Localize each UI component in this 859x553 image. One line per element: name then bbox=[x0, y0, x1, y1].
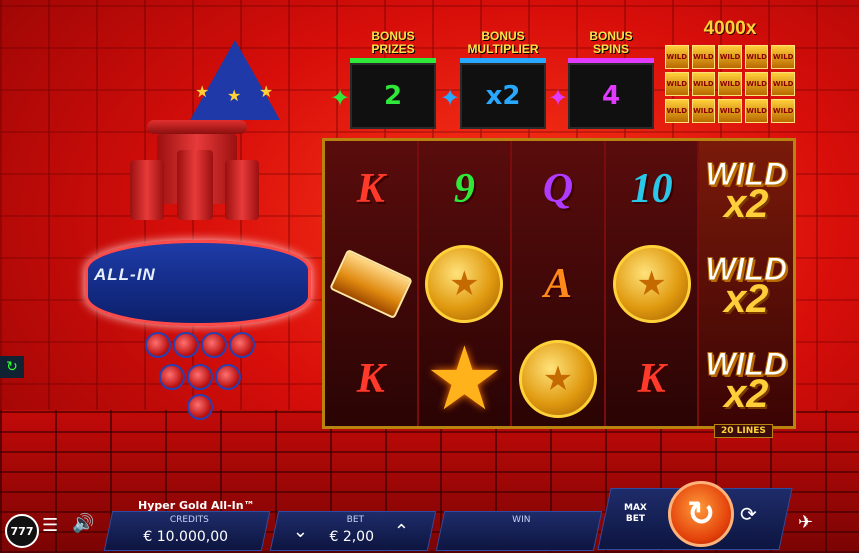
coin-icon: ★ bbox=[425, 244, 504, 323]
win-panel: WIN bbox=[435, 511, 603, 551]
bet-panel: ⌄ BET € 2,00 ⌃ bbox=[269, 511, 437, 551]
jackpot-wild-cell: WILD bbox=[718, 72, 742, 96]
jackpot-wild-cell: WILD bbox=[691, 99, 716, 123]
brand-logo[interactable]: 777 bbox=[5, 514, 39, 548]
rocket-decoration: ★ ★ ★ ALL-IN bbox=[85, 40, 311, 430]
replay-icon[interactable]: ↻ bbox=[0, 356, 24, 378]
bonus-prizes-title: BONUS PRIZES bbox=[371, 29, 415, 56]
symbol-ten: 10 bbox=[630, 165, 673, 212]
bonus-multiplier-title: BONUS MULTIPLIER bbox=[467, 29, 539, 56]
reel-area: K K 9 ★ ★ Q A ★ 10 ★ K WILD x2 WILD x2 WIL… bbox=[322, 138, 796, 429]
jackpot-wild-cell: WILD bbox=[744, 45, 769, 69]
rocket-tube bbox=[229, 332, 255, 358]
symbol-k: K bbox=[637, 355, 666, 402]
jackpot-grid: WILD WILD WILD WILD WILD WILD WILD WILD WILD WILD… bbox=[665, 45, 795, 123]
bonus-prizes-panel: BONUS PRIZES 2 ✦ bbox=[330, 29, 436, 129]
bet-increase-button[interactable]: ⌃ bbox=[394, 521, 409, 542]
credits-value: € 10.000,00 bbox=[143, 529, 229, 545]
bonus-prizes-value: 2 bbox=[350, 63, 436, 129]
bonus-spins-title: BONUS SPINS bbox=[589, 29, 633, 56]
star-icon: ★ bbox=[424, 326, 504, 430]
rocket-tube bbox=[173, 332, 199, 358]
rocket-cone bbox=[190, 40, 280, 120]
rocket-tower bbox=[225, 160, 259, 220]
jackpot-multiplier: 4000x bbox=[703, 18, 757, 39]
bonus-spins-panel: BONUS SPINS 4 ✦ bbox=[548, 29, 654, 129]
rocket-tube bbox=[159, 364, 185, 390]
reel-3: Q A ★ bbox=[512, 141, 606, 426]
turbo-icon[interactable]: ✈ bbox=[798, 512, 813, 533]
jackpot-wild-cell: WILD bbox=[771, 72, 795, 96]
reel-2: 9 ★ ★ bbox=[418, 141, 513, 426]
reel-1: K K bbox=[325, 141, 419, 426]
win-label: WIN bbox=[512, 515, 531, 525]
rocket-tube bbox=[187, 394, 213, 420]
gold-bar-icon bbox=[328, 248, 413, 319]
max-bet-button[interactable]: MAX BET bbox=[624, 503, 647, 525]
bonus-multiplier-panel: BONUS MULTIPLIER x2 ✦ bbox=[440, 29, 546, 129]
star-icon: ★ bbox=[259, 82, 274, 101]
symbol-gold-bar bbox=[325, 236, 417, 331]
symbol-coin: ★ bbox=[419, 236, 511, 331]
jackpot-wild-cell: WILD bbox=[771, 99, 795, 123]
bet-label: BET bbox=[346, 515, 365, 525]
symbol-coin: ★ bbox=[512, 331, 604, 426]
rocket-tower bbox=[130, 160, 164, 220]
jackpot-wild-cell: WILD bbox=[771, 45, 795, 69]
coin-icon: ★ bbox=[518, 339, 597, 418]
symbol-star: ★ bbox=[419, 331, 511, 426]
jackpot-wild-cell: WILD bbox=[665, 72, 689, 96]
rocket-tube bbox=[187, 364, 213, 390]
band-label: ALL-IN bbox=[94, 265, 156, 284]
credits-panel: CREDITS € 10.000,00 bbox=[103, 511, 271, 551]
symbol-nine: 9 bbox=[453, 165, 475, 212]
symbol-wild-x2: WILD x2 bbox=[705, 345, 788, 416]
coin-icon: ★ bbox=[612, 244, 691, 323]
reel-5: WILD x2 WILD x2 WILD x2 bbox=[699, 141, 793, 426]
jackpot-wild-cell: WILD bbox=[718, 45, 742, 69]
pink-star-icon: ✦ bbox=[548, 84, 569, 112]
reel-4: 10 ★ K bbox=[605, 141, 700, 426]
jackpot-wild-cell: WILD bbox=[744, 72, 769, 96]
bonus-spins-value: 4 bbox=[568, 63, 654, 129]
symbol-k: K bbox=[356, 165, 385, 212]
lines-badge: 20 LINES bbox=[714, 424, 773, 438]
bonus-multiplier-value: x2 bbox=[460, 63, 546, 129]
rocket-tube bbox=[201, 332, 227, 358]
rocket-tube bbox=[215, 364, 241, 390]
symbol-k: K bbox=[356, 355, 385, 402]
symbol-wild-x2: WILD x2 bbox=[705, 250, 788, 321]
jackpot-wild-cell: WILD bbox=[744, 99, 769, 123]
jackpot-wild-cell: WILD bbox=[665, 99, 689, 123]
sound-icon[interactable]: 🔊 bbox=[72, 513, 94, 534]
jackpot-wild-cell: WILD bbox=[665, 45, 689, 69]
rocket-band: ALL-IN bbox=[85, 240, 311, 326]
rocket-tube bbox=[145, 332, 171, 358]
spin-button[interactable]: ↻ bbox=[668, 481, 734, 547]
symbol-q: Q bbox=[542, 165, 574, 212]
credits-label: CREDITS bbox=[169, 515, 209, 525]
jackpot-panel: 4000x WILD WILD WILD WILD WILD WILD WILD WILD WI… bbox=[665, 18, 795, 123]
blue-star-icon: ✦ bbox=[440, 84, 461, 112]
jackpot-wild-cell: WILD bbox=[691, 45, 716, 69]
symbol-wild-x2: WILD x2 bbox=[705, 155, 788, 226]
star-icon: ★ bbox=[195, 82, 210, 101]
jackpot-wild-cell: WILD bbox=[718, 99, 742, 123]
jackpot-wild-cell: WILD bbox=[691, 72, 716, 96]
symbol-coin: ★ bbox=[606, 236, 698, 331]
symbol-a: A bbox=[543, 260, 572, 307]
star-icon: ★ bbox=[227, 86, 242, 105]
rocket-ring bbox=[147, 120, 247, 134]
autoplay-icon[interactable]: ⟳ bbox=[740, 502, 757, 526]
green-star-icon: ✦ bbox=[330, 84, 351, 112]
menu-icon[interactable]: ☰ bbox=[42, 515, 58, 536]
rocket-tower bbox=[177, 150, 213, 220]
spin-icon: ↻ bbox=[686, 494, 716, 534]
